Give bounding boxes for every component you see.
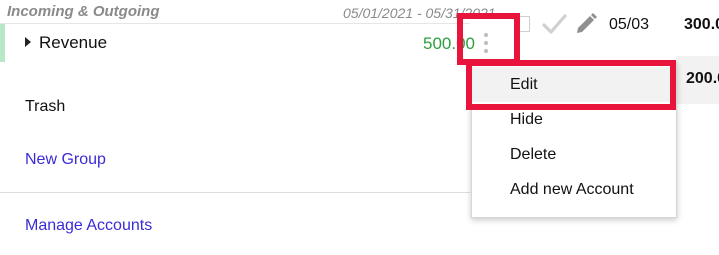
check-icon[interactable] (540, 10, 568, 38)
highlight-edit-item (466, 60, 676, 110)
transaction-amount: 300.0 (684, 16, 719, 33)
transaction-date: 05/03 (609, 16, 650, 33)
new-group-link[interactable]: New Group (25, 151, 106, 169)
menu-item-delete[interactable]: Delete (472, 137, 676, 172)
section-divider (0, 192, 470, 193)
manage-accounts-link[interactable]: Manage Accounts (25, 217, 152, 235)
trash-item[interactable]: Trash (25, 98, 65, 116)
highlight-kebab-button (457, 13, 520, 65)
pencil-icon[interactable] (573, 10, 599, 36)
transaction-amount-2: 200.0 (686, 70, 719, 87)
group-title: Incoming & Outgoing (7, 3, 160, 20)
menu-item-add-new-account[interactable]: Add new Account (472, 172, 676, 207)
revenue-label[interactable]: Revenue (39, 33, 107, 53)
caret-right-icon[interactable] (25, 37, 31, 47)
revenue-accent-bar (0, 24, 5, 62)
